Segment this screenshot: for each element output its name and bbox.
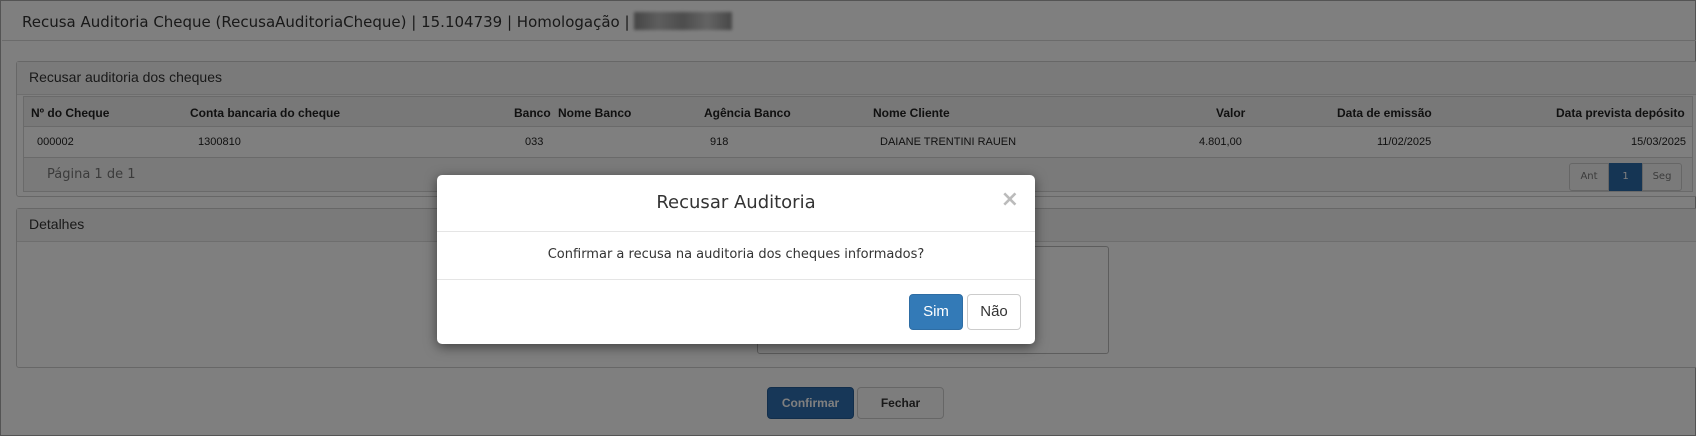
modal-header: Recusar Auditoria × — [437, 175, 1035, 232]
modal-title: Recusar Auditoria — [656, 192, 816, 213]
modal-message: Confirmar a recusa na auditoria dos cheq… — [547, 247, 925, 262]
yes-button[interactable]: Sim — [909, 294, 963, 330]
close-icon[interactable]: × — [1001, 187, 1019, 212]
no-button[interactable]: Não — [967, 294, 1021, 330]
modal-body: Confirmar a recusa na auditoria dos cheq… — [437, 232, 1035, 280]
recusar-auditoria-modal: Recusar Auditoria × Confirmar a recusa n… — [437, 175, 1035, 344]
